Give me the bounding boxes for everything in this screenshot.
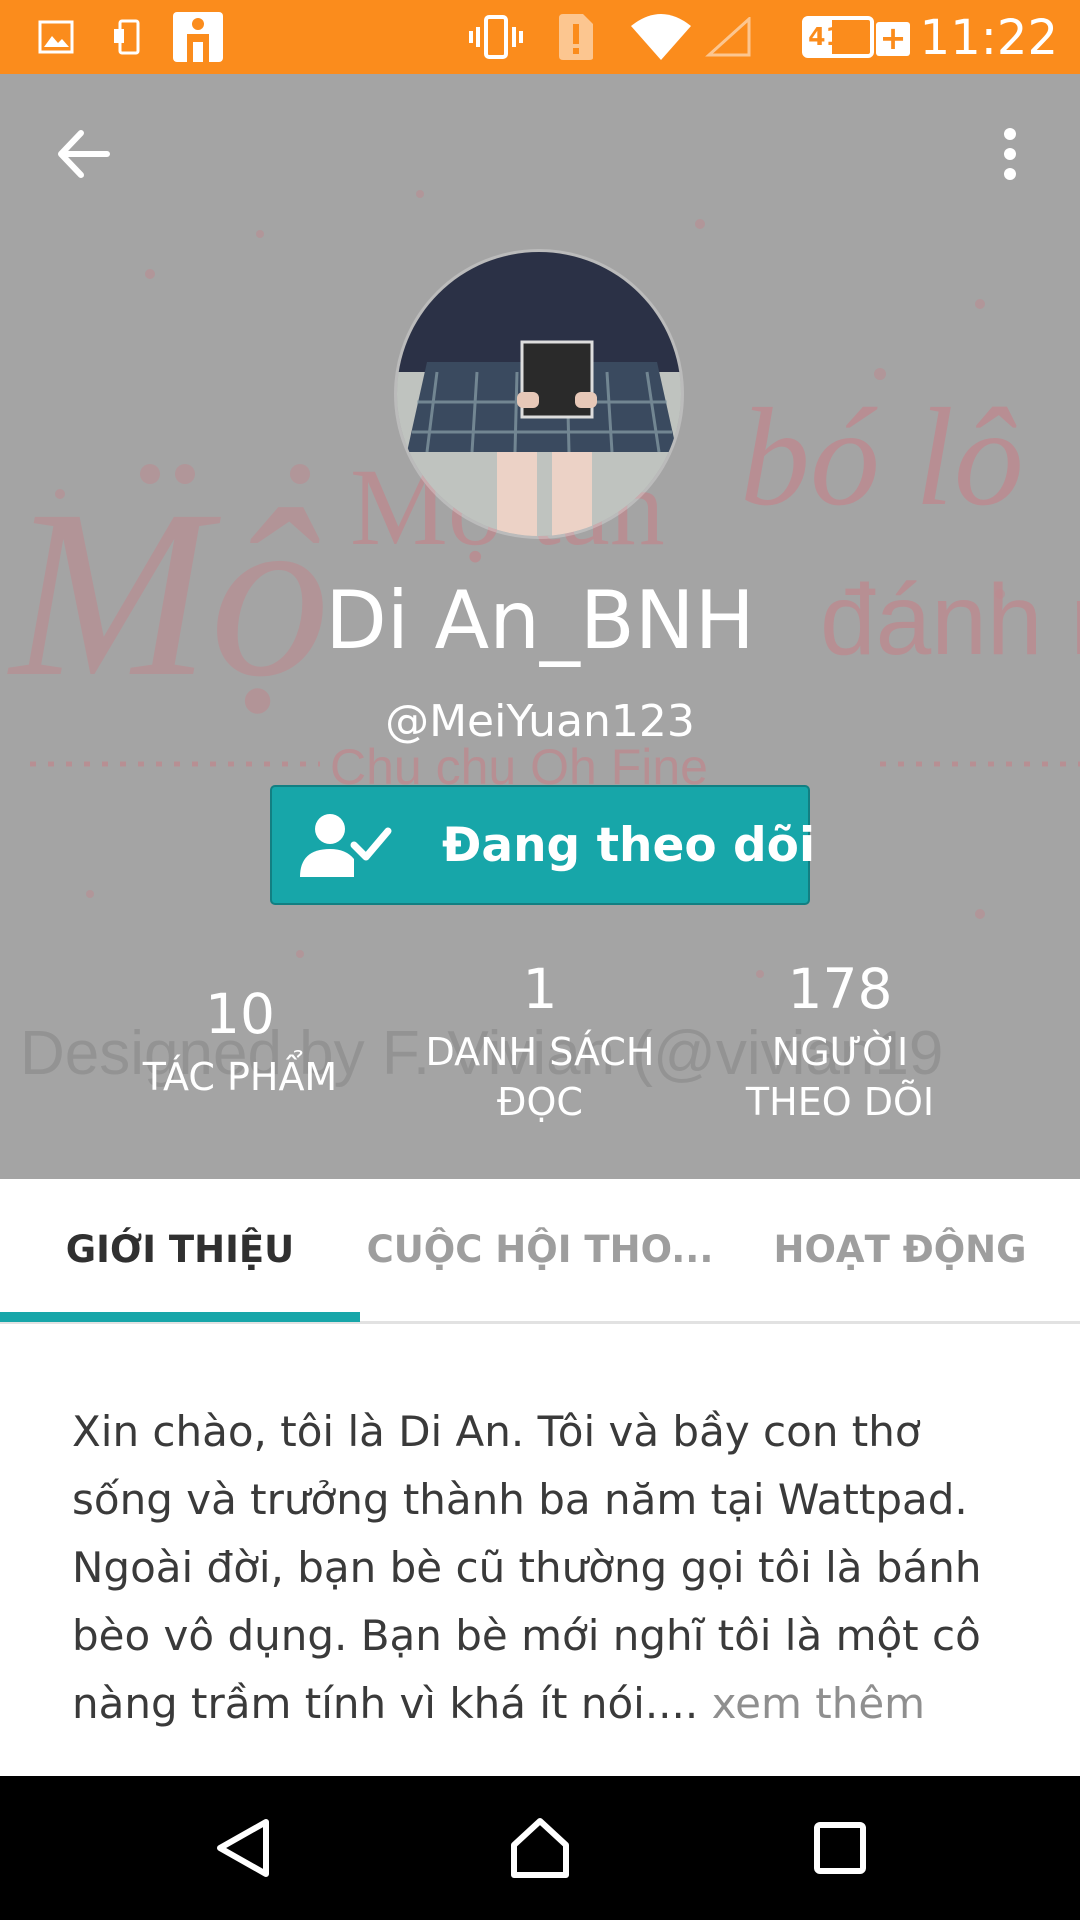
stat-reading-lists-value: 1 — [522, 957, 558, 1021]
battery-percent: 41% — [808, 22, 868, 51]
stat-followers[interactable]: 178 NGƯỜI THEO DÕI — [710, 959, 970, 1127]
avatar-photo — [397, 252, 681, 536]
active-tab-indicator — [0, 1312, 360, 1322]
image-icon — [36, 0, 76, 74]
recents-icon — [814, 1822, 866, 1874]
stat-reading-lists-label: DANH SÁCH ĐỌC — [425, 1030, 655, 1124]
stat-works-label: TÁC PHẨM — [142, 1055, 338, 1099]
see-more-link[interactable]: xem thêm — [698, 1679, 926, 1728]
stat-followers-label: NGƯỜI THEO DÕI — [745, 1030, 935, 1124]
avatar[interactable] — [394, 249, 684, 539]
user-check-icon — [296, 805, 392, 885]
wifi-icon — [628, 0, 694, 74]
tab-about[interactable]: GIỚI THIỆU — [0, 1179, 360, 1321]
username: @MeiYuan123 — [385, 696, 695, 747]
display-name: Di An_BNH — [325, 574, 755, 667]
following-button[interactable]: Đang theo dõi — [270, 785, 815, 905]
nav-back-button[interactable] — [172, 1776, 312, 1920]
alert-sim-icon — [554, 0, 598, 74]
home-icon — [511, 1818, 569, 1878]
vibrate-icon — [466, 0, 526, 74]
nav-recents-button[interactable] — [770, 1776, 910, 1920]
arrow-left-icon — [58, 130, 110, 178]
back-triangle-icon — [217, 1819, 269, 1877]
stat-works[interactable]: 10 TÁC PHẨM — [120, 984, 360, 1102]
stat-works-value: 10 — [205, 982, 275, 1046]
back-button[interactable] — [44, 114, 124, 194]
more-vertical-icon — [1004, 128, 1016, 180]
following-button-label: Đang theo dõi — [442, 817, 816, 873]
stat-followers-value: 178 — [787, 957, 893, 1021]
profile-tabs: GIỚI THIỆU CUỘC HỘI THO... HOẠT ĐỘNG — [0, 1179, 1080, 1324]
more-options-button[interactable] — [970, 114, 1050, 194]
charging-plus-icon: + — [876, 22, 910, 56]
battery-icon: 41% — [802, 16, 874, 58]
status-bar: 41% + 11:22 — [0, 0, 1080, 74]
clock: 11:22 — [919, 10, 1058, 66]
cell-signal-icon — [704, 0, 754, 74]
phone-transfer-icon — [110, 0, 144, 74]
profile-header: Mộ tấn bó lô đánh ra Mộ Chu chu Oh Fine … — [0, 74, 1080, 1179]
about-text: Xin chào, tôi là Di An. Tôi và bầy con t… — [72, 1398, 1012, 1738]
app-icon — [172, 0, 224, 74]
tab-conversations[interactable]: CUỘC HỘI THO... — [360, 1179, 720, 1321]
nav-home-button[interactable] — [470, 1776, 610, 1920]
system-nav-bar — [0, 1776, 1080, 1920]
stat-reading-lists[interactable]: 1 DANH SÁCH ĐỌC — [410, 959, 670, 1127]
tab-activity[interactable]: HOẠT ĐỘNG — [720, 1179, 1080, 1321]
